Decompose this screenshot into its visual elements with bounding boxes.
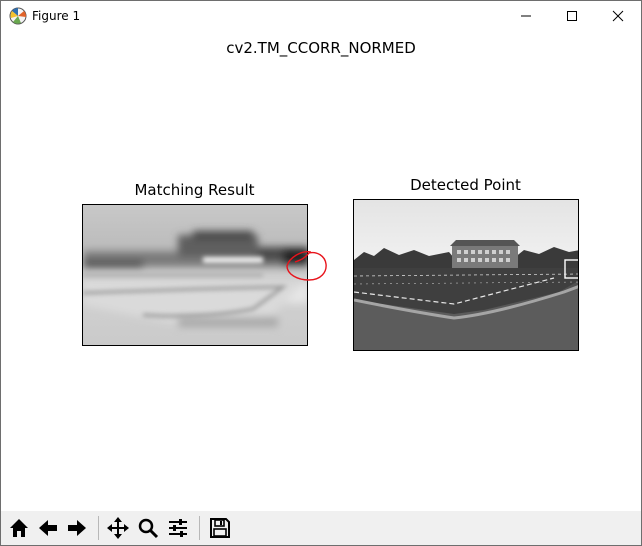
pan-button[interactable] [105, 515, 131, 541]
back-icon [39, 520, 57, 536]
forward-icon [68, 520, 86, 536]
configure-subplots-icon [169, 519, 187, 537]
figure-window: Figure 1 cv2.TM_CCORR_NORMED Matching Re… [0, 0, 642, 546]
back-button[interactable] [35, 515, 61, 541]
minimize-icon [521, 15, 531, 17]
matching-result-image [83, 205, 307, 345]
close-icon [612, 10, 624, 22]
navigation-toolbar [1, 511, 641, 545]
window-title: Figure 1 [32, 9, 81, 23]
toolbar-separator [199, 516, 200, 540]
minimize-button[interactable] [503, 1, 549, 31]
detected-point-axes [353, 199, 579, 351]
home-button[interactable] [6, 515, 32, 541]
matching-result-axes [82, 204, 308, 346]
red-annotation-circle [286, 251, 327, 281]
maximize-icon [567, 11, 577, 21]
save-icon [210, 518, 230, 538]
figure-suptitle: cv2.TM_CCORR_NORMED [226, 39, 416, 57]
detected-point-title: Detected Point [410, 176, 521, 194]
title-bar: Figure 1 [1, 1, 641, 31]
configure-subplots-button[interactable] [165, 515, 191, 541]
matplotlib-app-icon [9, 7, 27, 25]
matching-result-title: Matching Result [134, 181, 255, 199]
zoom-button[interactable] [135, 515, 161, 541]
figure-canvas: cv2.TM_CCORR_NORMED Matching Result Dete… [1, 31, 641, 511]
maximize-button[interactable] [549, 1, 595, 31]
toolbar-separator [98, 516, 99, 540]
close-button[interactable] [595, 1, 641, 31]
pan-icon [107, 517, 129, 539]
forward-button[interactable] [64, 515, 90, 541]
save-button[interactable] [207, 515, 233, 541]
detected-point-image [354, 200, 578, 350]
home-icon [10, 519, 28, 537]
zoom-icon [138, 518, 159, 539]
